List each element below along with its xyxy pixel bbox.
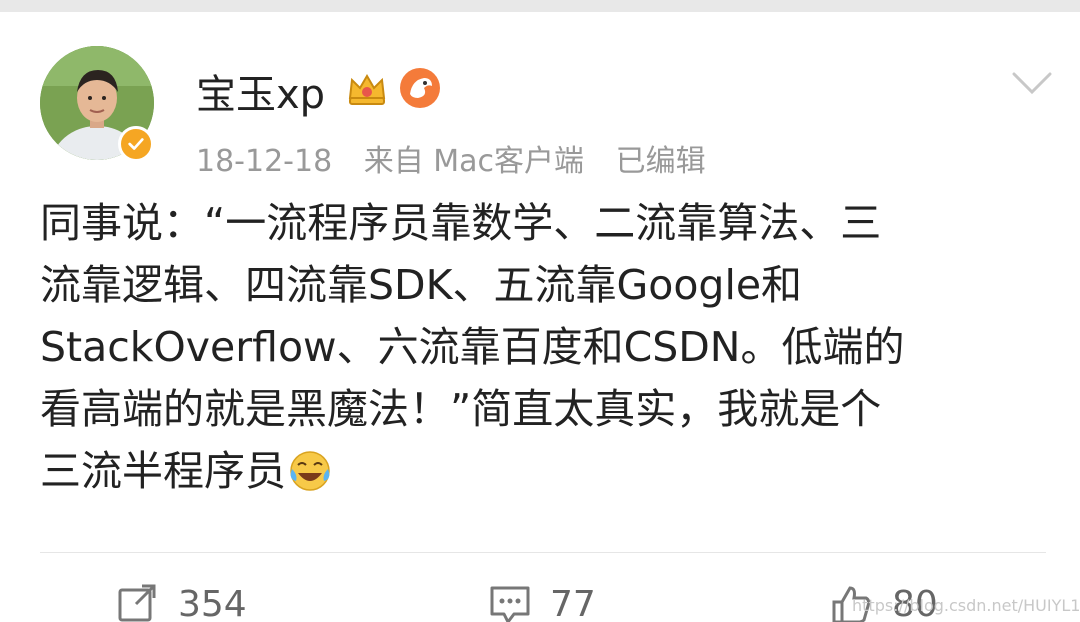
share-count: 354 bbox=[178, 583, 247, 622]
post-source: 来自 Mac客户端 bbox=[363, 144, 585, 179]
post-body: 同事说：“一流程序员靠数学、二流靠算法、三 流靠逻辑、四流靠SDK、五流靠Goo… bbox=[40, 192, 1040, 502]
bird-badge-icon[interactable] bbox=[398, 66, 442, 110]
share-button[interactable]: 354 bbox=[116, 582, 247, 622]
comment-count: 77 bbox=[550, 583, 596, 622]
top-strip bbox=[0, 0, 1080, 12]
csdn-watermark: https://blog.csdn.net/HUIYL111 bbox=[852, 596, 1080, 615]
laughing-tears-emoji bbox=[290, 451, 330, 491]
post-line: 流靠逻辑、四流靠SDK、五流靠Google和 bbox=[40, 261, 803, 309]
comment-icon bbox=[490, 586, 530, 622]
author-name[interactable]: 宝玉xp bbox=[196, 62, 325, 120]
post-date: 18-12-18 bbox=[196, 144, 333, 179]
post-meta: 18-12-18 来自 Mac客户端 已编辑 bbox=[196, 136, 728, 180]
action-divider bbox=[40, 552, 1046, 553]
crown-badge-icon[interactable] bbox=[346, 68, 388, 110]
post-line: StackOverflow、六流靠百度和CSDN。低端的 bbox=[40, 323, 905, 371]
post-edited[interactable]: 已编辑 bbox=[616, 144, 706, 179]
verified-badge-icon bbox=[118, 126, 154, 162]
post-line: 同事说：“一流程序员靠数学、二流靠算法、三 bbox=[40, 199, 882, 247]
comment-button[interactable]: 77 bbox=[488, 582, 596, 622]
post-last-line: 三流半程序员 bbox=[40, 440, 1040, 502]
post-line: 三流半程序员 bbox=[40, 447, 286, 495]
share-icon bbox=[118, 584, 156, 622]
chevron-down-icon[interactable] bbox=[1010, 70, 1054, 98]
post-line: 看高端的就是黑魔法！”简直太真实，我就是个 bbox=[40, 385, 882, 433]
